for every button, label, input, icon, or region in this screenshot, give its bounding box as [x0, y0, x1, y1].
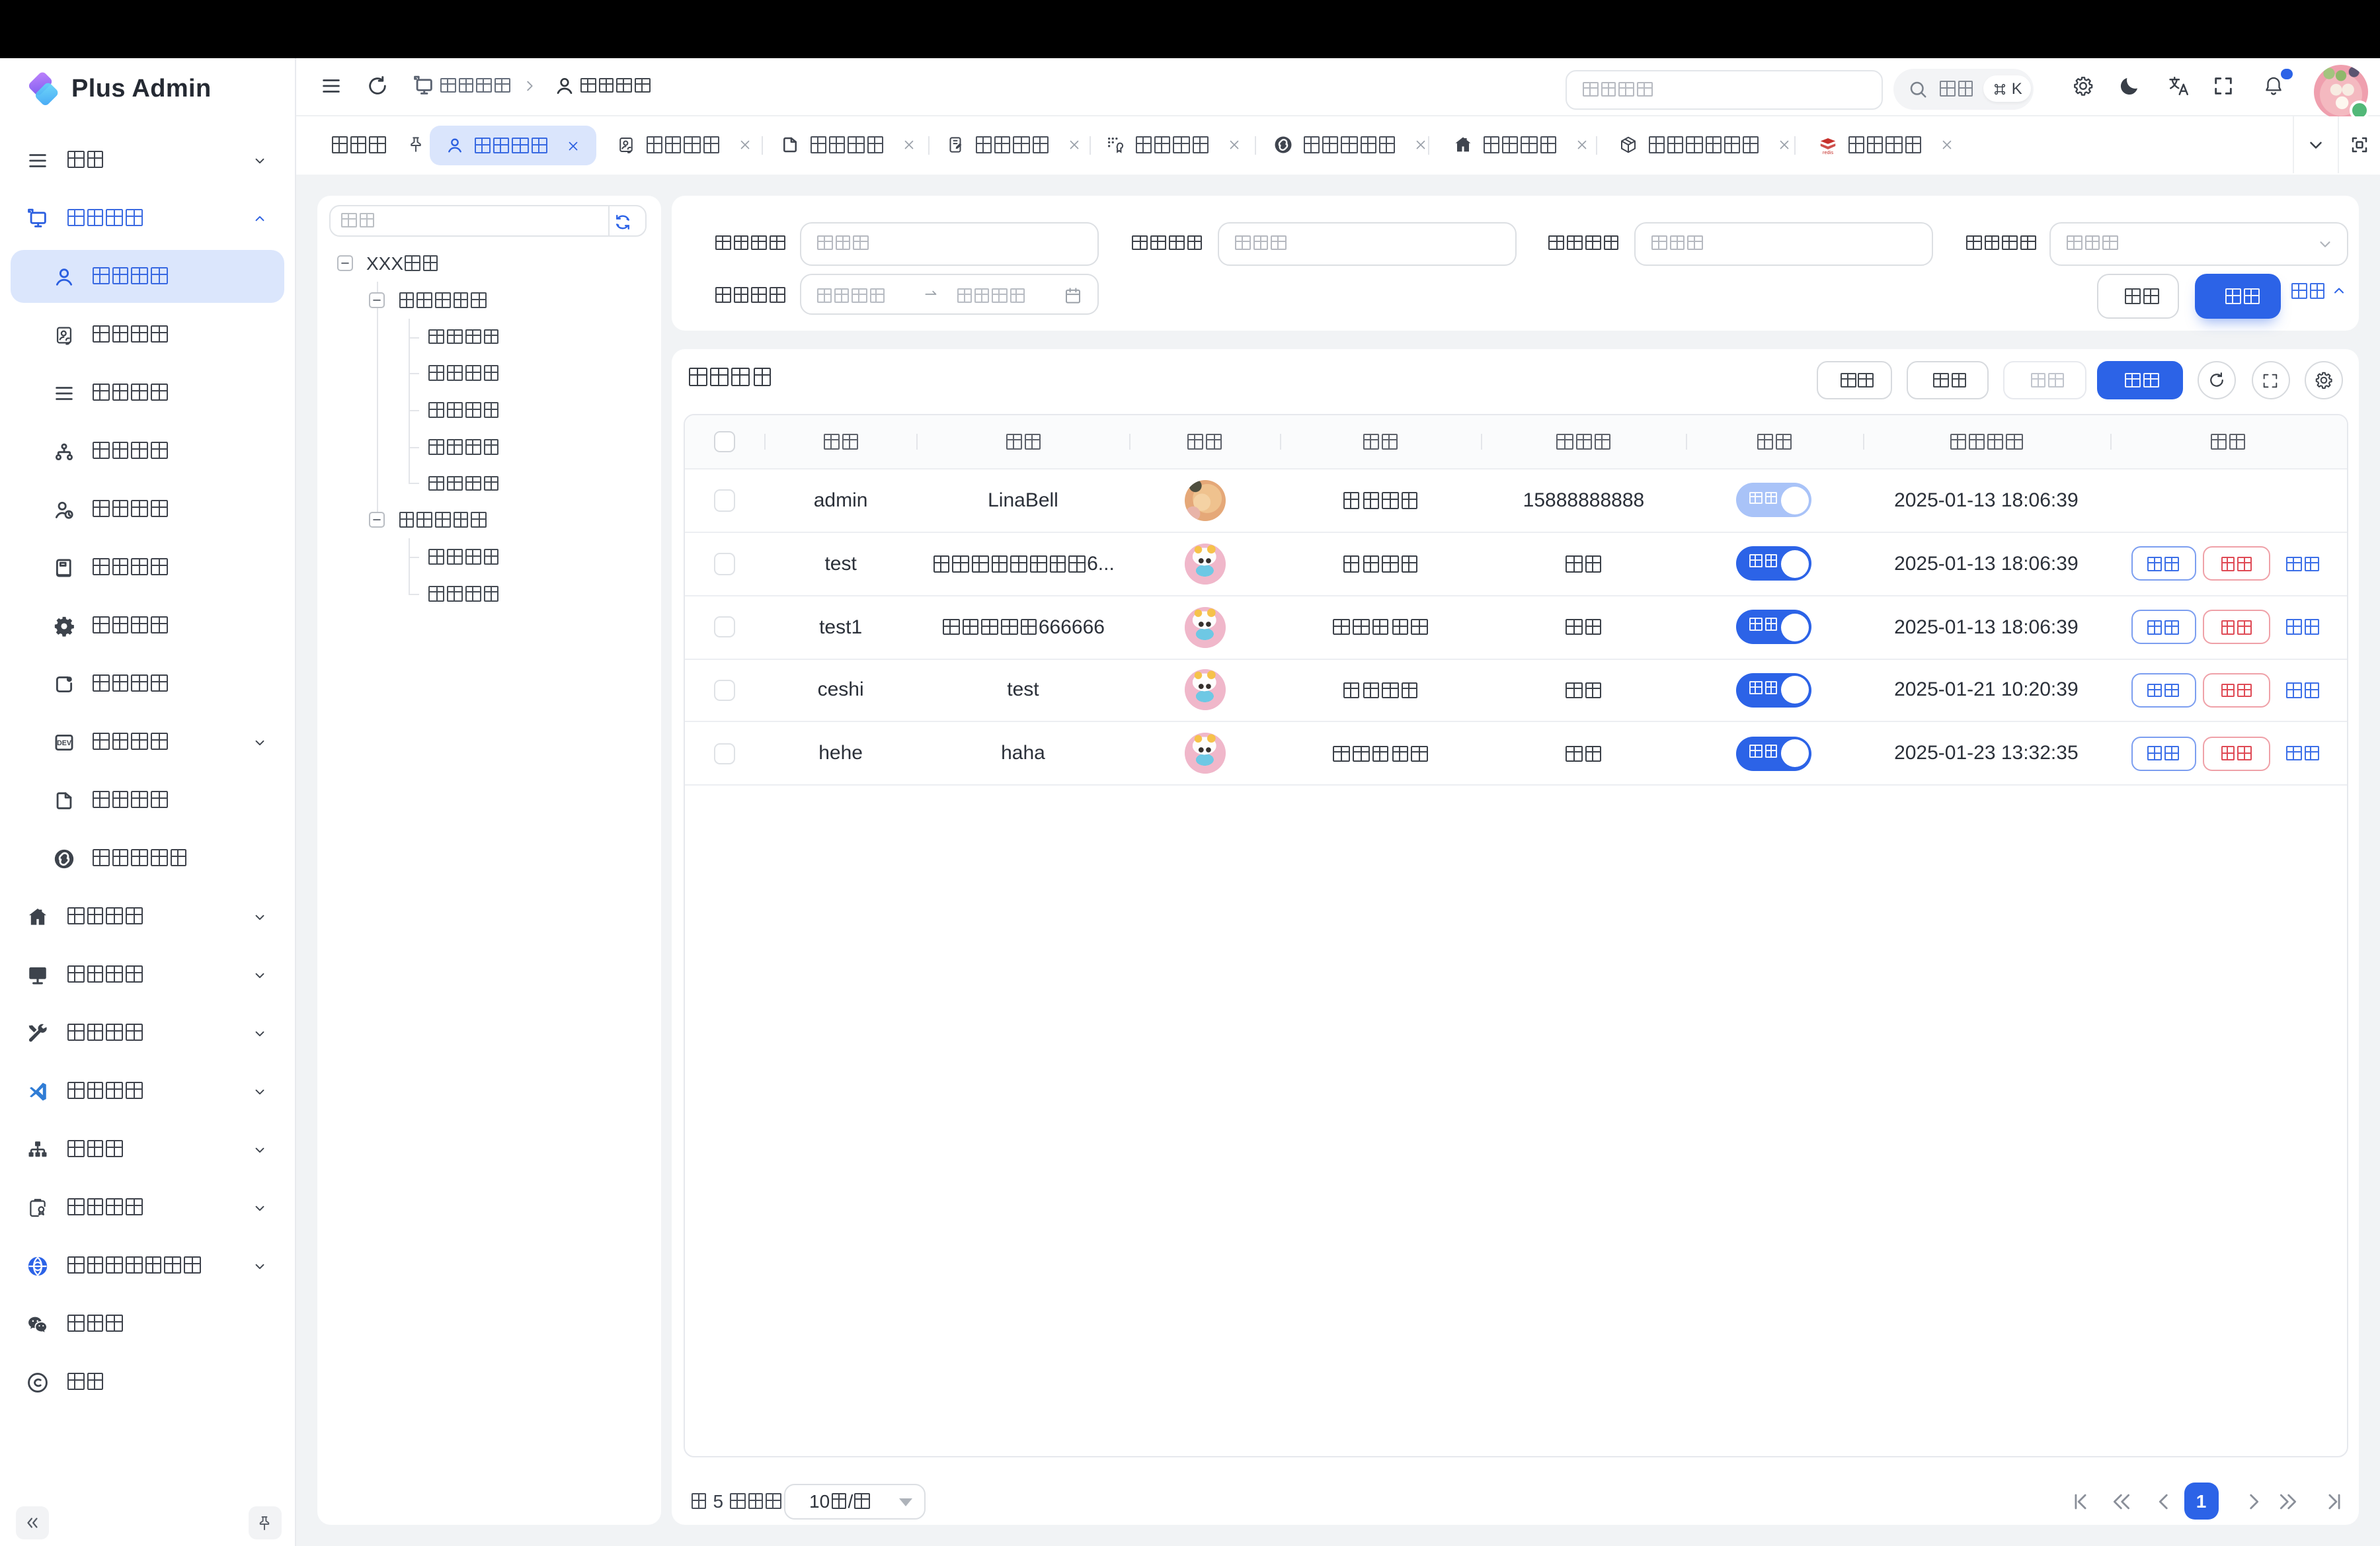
svg-text:DEV: DEV: [57, 739, 71, 747]
svg-text:redis: redis: [1823, 149, 1834, 155]
